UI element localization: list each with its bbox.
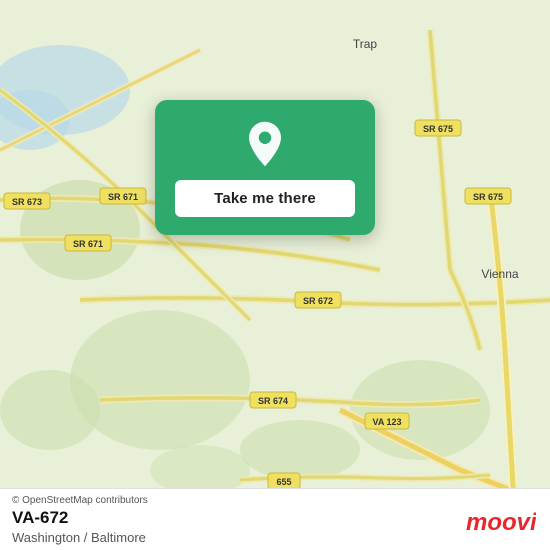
moovit-logo: moovit xyxy=(466,506,536,534)
svg-text:SR 671: SR 671 xyxy=(73,239,103,249)
location-info: © OpenStreetMap contributors VA-672 Wash… xyxy=(12,495,148,545)
map-background: SR 673 SR 671 SR 671 SR 675 SR 675 SR 67… xyxy=(0,0,550,550)
svg-text:SR 675: SR 675 xyxy=(423,124,453,134)
svg-text:SR 674: SR 674 xyxy=(258,396,288,406)
svg-text:VA 123: VA 123 xyxy=(372,417,401,427)
svg-text:655: 655 xyxy=(276,477,291,487)
moovit-logo-mark: moovit xyxy=(466,506,536,534)
svg-text:SR 671: SR 671 xyxy=(108,192,138,202)
svg-text:Vienna: Vienna xyxy=(481,267,518,281)
svg-text:Trap: Trap xyxy=(353,37,378,51)
attribution-text: © OpenStreetMap contributors xyxy=(12,495,148,506)
location-card: Take me there xyxy=(155,100,375,235)
location-region: Washington / Baltimore xyxy=(12,530,148,545)
svg-text:SR 672: SR 672 xyxy=(303,296,333,306)
take-me-there-button[interactable]: Take me there xyxy=(175,180,355,217)
location-name: VA-672 xyxy=(12,508,148,528)
bottom-bar: © OpenStreetMap contributors VA-672 Wash… xyxy=(0,488,550,550)
svg-text:SR 675: SR 675 xyxy=(473,192,503,202)
svg-text:moovit: moovit xyxy=(466,509,536,534)
map-container: SR 673 SR 671 SR 671 SR 675 SR 675 SR 67… xyxy=(0,0,550,550)
map-pin-icon xyxy=(241,120,289,168)
svg-text:SR 673: SR 673 xyxy=(12,197,42,207)
